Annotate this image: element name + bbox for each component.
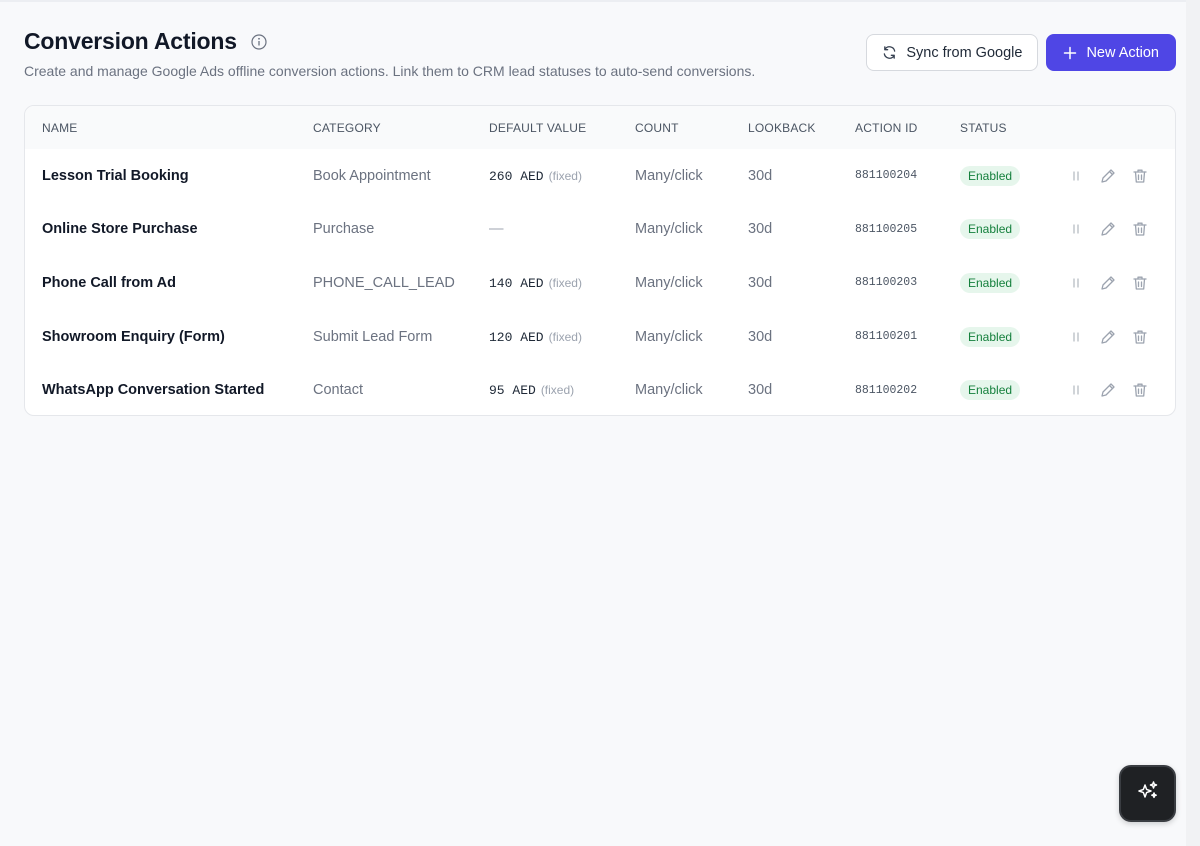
status-badge: Enabled <box>960 219 1021 240</box>
action-category: Book Appointment <box>313 167 431 184</box>
default-value-note: (fixed) <box>548 275 582 290</box>
header-actions: Sync from Google New Action <box>866 34 1176 71</box>
action-name: Lesson Trial Booking <box>42 167 189 184</box>
row-actions <box>1067 220 1175 238</box>
default-value-amount: 260 AED <box>489 168 544 184</box>
table-row[interactable]: Online Store Purchase Purchase — Many/cl… <box>25 203 1175 257</box>
action-count: Many/click <box>635 274 703 291</box>
default-value-note: (fixed) <box>548 329 582 344</box>
status-badge: Enabled <box>960 165 1021 186</box>
action-category: Purchase <box>313 221 375 238</box>
pencil-icon[interactable] <box>1099 274 1117 292</box>
column-header-count[interactable]: COUNT <box>635 106 748 149</box>
scrollbar-track[interactable] <box>1186 0 1200 846</box>
default-value-amount: 140 AED <box>489 275 544 291</box>
action-id: 881100205 <box>855 222 918 236</box>
action-category: Submit Lead Form <box>313 328 433 345</box>
action-name: Showroom Enquiry (Form) <box>42 328 225 345</box>
action-lookback: 30d <box>748 274 773 291</box>
action-lookback: 30d <box>748 382 773 399</box>
default-value-amount: 120 AED <box>489 329 544 345</box>
action-count: Many/click <box>635 167 703 184</box>
action-name: Online Store Purchase <box>42 221 198 238</box>
pause-icon[interactable] <box>1067 167 1085 185</box>
column-header-status[interactable]: STATUS <box>960 106 1067 149</box>
default-value-amount: — <box>489 221 504 238</box>
conversion-actions-table: NAME CATEGORY DEFAULT VALUE COUNT LOOKBA… <box>24 105 1176 416</box>
pencil-icon[interactable] <box>1099 167 1117 185</box>
table-row[interactable]: WhatsApp Conversation Started Contact 95… <box>25 363 1175 415</box>
column-header-default-value[interactable]: DEFAULT VALUE <box>489 106 635 149</box>
table-header-row: NAME CATEGORY DEFAULT VALUE COUNT LOOKBA… <box>25 106 1175 149</box>
column-header-category[interactable]: CATEGORY <box>313 106 489 149</box>
status-badge: Enabled <box>960 272 1021 293</box>
pencil-icon[interactable] <box>1099 220 1117 238</box>
default-value-note: (fixed) <box>548 168 582 183</box>
action-count: Many/click <box>635 382 703 399</box>
pause-icon[interactable] <box>1067 381 1085 399</box>
action-default-value: 260 AED (fixed) <box>489 149 635 203</box>
action-category: PHONE_CALL_LEAD <box>313 274 455 291</box>
column-header-action-id[interactable]: ACTION ID <box>855 106 960 149</box>
sync-label: Sync from Google <box>906 44 1023 61</box>
action-lookback: 30d <box>748 167 773 184</box>
new-action-label: New Action <box>1086 44 1159 61</box>
action-id: 881100204 <box>855 169 918 183</box>
trash-icon[interactable] <box>1131 381 1149 399</box>
column-header-name[interactable]: NAME <box>42 106 313 149</box>
trash-icon[interactable] <box>1131 220 1149 238</box>
refresh-icon <box>882 45 897 60</box>
action-category: Contact <box>313 382 363 399</box>
action-lookback: 30d <box>748 221 773 238</box>
action-default-value: 140 AED (fixed) <box>489 256 635 310</box>
sparkles-icon <box>1135 778 1161 809</box>
action-count: Many/click <box>635 328 703 345</box>
pause-icon[interactable] <box>1067 328 1085 346</box>
table-row[interactable]: Phone Call from Ad PHONE_CALL_LEAD 140 A… <box>25 256 1175 310</box>
row-actions <box>1067 167 1175 185</box>
row-actions <box>1067 381 1175 399</box>
action-count: Many/click <box>635 221 703 238</box>
action-name: Phone Call from Ad <box>42 274 176 291</box>
ai-assistant-button[interactable] <box>1119 765 1176 822</box>
pause-icon[interactable] <box>1067 220 1085 238</box>
pencil-icon[interactable] <box>1099 381 1117 399</box>
table-row[interactable]: Showroom Enquiry (Form) Submit Lead Form… <box>25 310 1175 364</box>
trash-icon[interactable] <box>1131 274 1149 292</box>
row-actions <box>1067 328 1175 346</box>
pencil-icon[interactable] <box>1099 328 1117 346</box>
table-row[interactable]: Lesson Trial Booking Book Appointment 26… <box>25 149 1175 203</box>
action-id: 881100202 <box>855 383 918 397</box>
action-default-value: — <box>489 203 635 257</box>
page-title: Conversion Actions <box>24 28 237 54</box>
pause-icon[interactable] <box>1067 274 1085 292</box>
plus-icon <box>1063 46 1077 60</box>
info-icon[interactable] <box>251 33 267 50</box>
status-badge: Enabled <box>960 326 1021 347</box>
action-default-value: 95 AED (fixed) <box>489 363 635 415</box>
default-value-note: (fixed) <box>540 383 575 398</box>
new-action-button[interactable]: New Action <box>1046 34 1176 71</box>
page-header: Conversion Actions Create and manage Goo… <box>24 28 1176 88</box>
status-badge: Enabled <box>960 380 1021 401</box>
trash-icon[interactable] <box>1131 167 1149 185</box>
sync-from-google-button[interactable]: Sync from Google <box>866 34 1039 71</box>
action-id: 881100203 <box>855 276 918 290</box>
row-actions <box>1067 274 1175 292</box>
action-name: WhatsApp Conversation Started <box>42 382 265 399</box>
action-lookback: 30d <box>748 328 773 345</box>
action-default-value: 120 AED (fixed) <box>489 310 635 364</box>
top-divider <box>0 0 1200 2</box>
trash-icon[interactable] <box>1131 328 1149 346</box>
column-header-lookback[interactable]: LOOKBACK <box>748 106 855 149</box>
action-id: 881100201 <box>855 330 918 344</box>
default-value-amount: 95 AED <box>489 383 536 399</box>
